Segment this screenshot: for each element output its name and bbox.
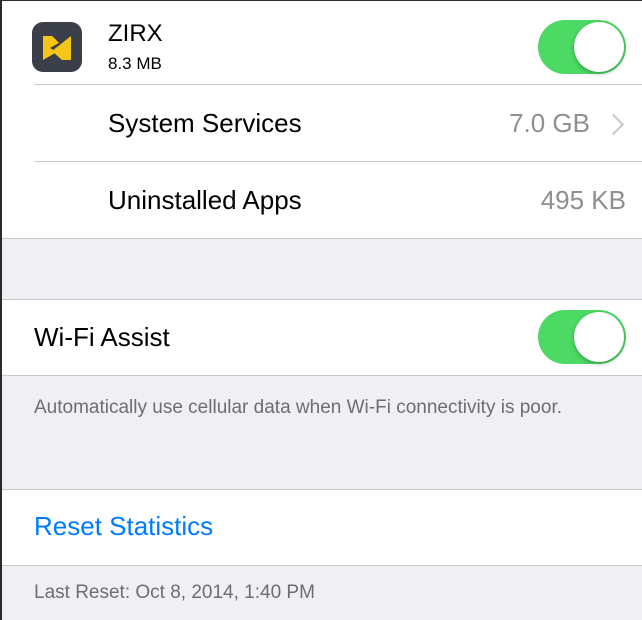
chevron-right-icon: [602, 113, 625, 136]
group-top-border: [0, 299, 642, 300]
group-top-border: [0, 489, 642, 490]
toggle-knob: [574, 312, 624, 362]
reset-statistics-button[interactable]: Reset Statistics: [34, 510, 213, 542]
wifi-assist-label: Wi-Fi Assist: [34, 322, 170, 352]
zirx-cellular-toggle[interactable]: [538, 20, 626, 74]
row-separator: [34, 84, 642, 85]
app-name: ZIRX: [108, 20, 163, 47]
app-data-size: 8.3 MB: [108, 54, 162, 73]
wifi-assist-group: Wi-Fi Assist: [0, 299, 642, 376]
system-services-value: 7.0 GB: [509, 108, 590, 138]
group-bottom-border: [0, 565, 642, 566]
group-bottom-border: [0, 238, 642, 239]
zirx-app-icon: [32, 22, 82, 72]
wifi-assist-description: Automatically use cellular data when Wi-…: [34, 397, 563, 418]
row-separator: [34, 161, 642, 162]
wifi-assist-toggle[interactable]: [538, 310, 626, 364]
uninstalled-apps-label: Uninstalled Apps: [108, 185, 302, 215]
system-services-label: System Services: [108, 108, 302, 138]
last-reset-text: Last Reset: Oct 8, 2014, 1:40 PM: [34, 582, 315, 603]
app-usage-group: ZIRX 8.3 MB System Services 7.0 GB Unins…: [0, 0, 642, 239]
toggle-knob: [574, 22, 624, 72]
group-bottom-border: [0, 375, 642, 376]
uninstalled-apps-value: 495 KB: [540, 185, 626, 215]
